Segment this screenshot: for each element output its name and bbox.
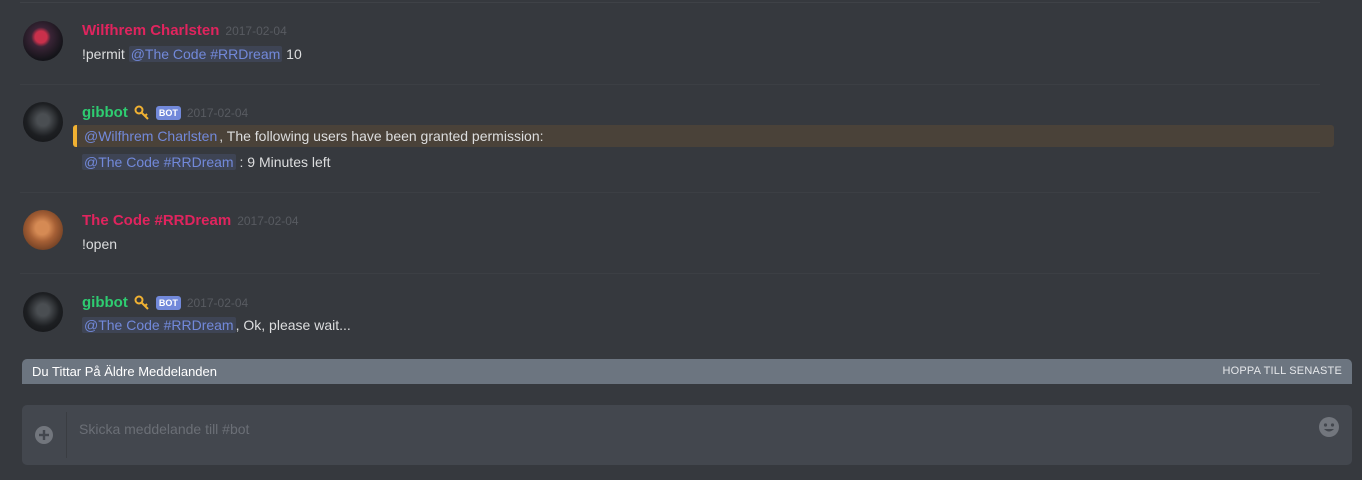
- user-mention[interactable]: @The Code #RRDream: [82, 154, 236, 170]
- message-content: @The Code #RRDream : 9 Minutes left: [82, 154, 331, 170]
- embed-content: @Wilfhrem Charlsten, The following users…: [82, 128, 544, 144]
- username[interactable]: gibbot: [82, 294, 128, 311]
- bot-tag: BOT: [155, 295, 181, 310]
- message-content: !permit @The Code #RRDream 10: [82, 46, 302, 62]
- message-content: !open: [82, 236, 117, 252]
- timestamp: 2017-02-04: [225, 23, 287, 38]
- divider: [20, 84, 1320, 85]
- message-header: The Code #RRDream 2017-02-04: [82, 212, 299, 229]
- username[interactable]: The Code #RRDream: [82, 212, 231, 229]
- username[interactable]: Wilfhrem Charlsten: [82, 22, 219, 39]
- older-messages-banner[interactable]: Du Tittar På Äldre Meddelanden HOPPA TIL…: [22, 359, 1352, 384]
- jump-to-present-link[interactable]: HOPPA TILL SENASTE: [1222, 365, 1342, 377]
- composer-divider: [66, 412, 67, 458]
- message-input[interactable]: [77, 417, 1311, 441]
- divider: [20, 192, 1320, 193]
- message-header: gibbot BOT 2017-02-04: [82, 104, 248, 121]
- older-messages-text: Du Tittar På Äldre Meddelanden: [32, 364, 217, 379]
- user-mention[interactable]: @The Code #RRDream: [128, 46, 283, 62]
- message-header: gibbot BOT 2017-02-04: [82, 294, 248, 311]
- message-content: @The Code #RRDream, Ok, please wait...: [82, 317, 351, 333]
- chat-window: Wilfhrem Charlsten 2017-02-04 !permit @T…: [0, 0, 1362, 480]
- timestamp: 2017-02-04: [186, 295, 249, 310]
- embed-text: , The following users have been granted …: [219, 128, 544, 144]
- divider: [20, 273, 1320, 274]
- avatar[interactable]: [23, 292, 63, 332]
- timestamp: 2017-02-04: [186, 105, 249, 120]
- message-text: , Ok, please wait...: [235, 317, 351, 333]
- key-icon: [134, 295, 149, 310]
- message-text: !permit: [82, 46, 129, 62]
- message-text: : 9 Minutes left: [235, 154, 331, 170]
- avatar[interactable]: [23, 210, 63, 250]
- user-mention[interactable]: @The Code #RRDream: [82, 317, 236, 333]
- emoji-icon[interactable]: [1318, 416, 1340, 438]
- divider: [20, 2, 1320, 3]
- timestamp: 2017-02-04: [237, 213, 299, 228]
- upload-plus-icon[interactable]: [34, 425, 54, 445]
- username[interactable]: gibbot: [82, 104, 128, 121]
- bot-tag: BOT: [155, 105, 181, 120]
- user-mention[interactable]: @Wilfhrem Charlsten: [82, 128, 219, 144]
- message-text: 10: [282, 46, 302, 62]
- message-header: Wilfhrem Charlsten 2017-02-04: [82, 22, 287, 39]
- message-text: !open: [82, 236, 118, 252]
- avatar[interactable]: [23, 102, 63, 142]
- key-icon: [134, 105, 149, 120]
- avatar[interactable]: [23, 21, 63, 61]
- message-composer: [22, 405, 1352, 465]
